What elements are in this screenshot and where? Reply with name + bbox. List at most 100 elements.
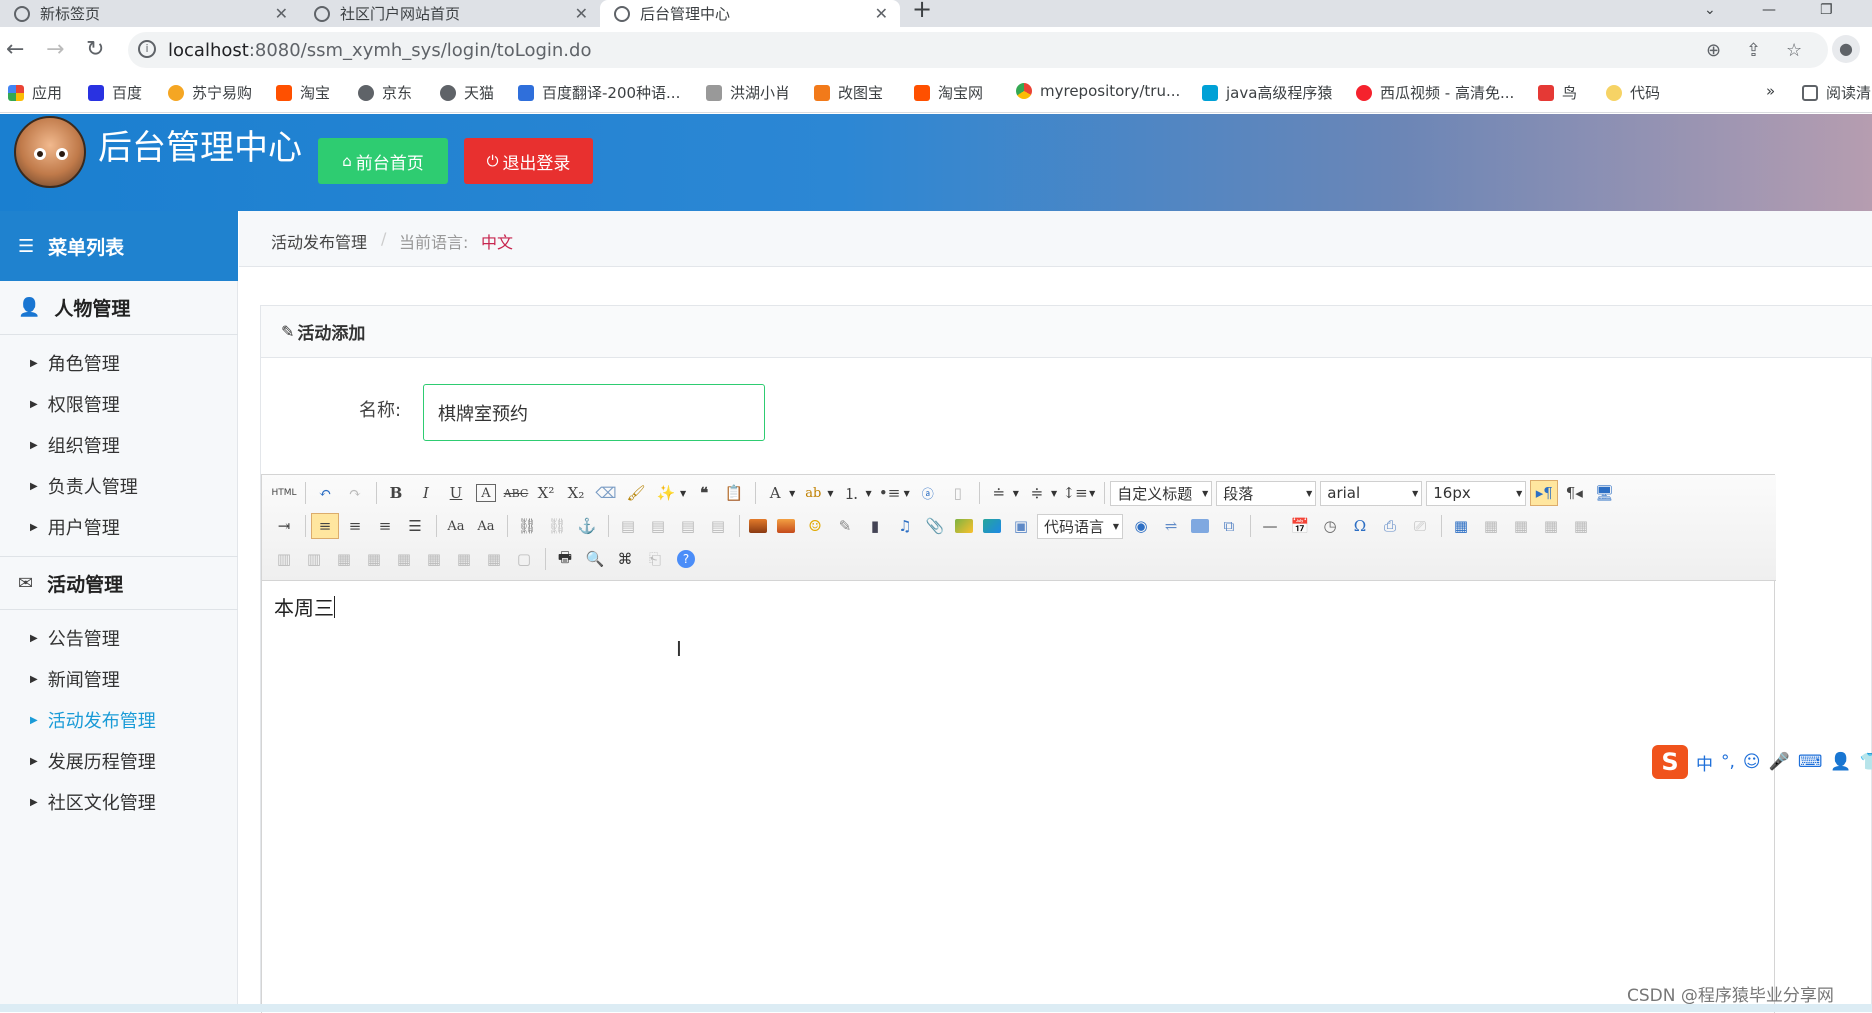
insert-video-icon[interactable]: ▮ — [861, 513, 889, 539]
close-icon[interactable]: ✕ — [275, 4, 288, 23]
superscript-icon[interactable]: X² — [532, 480, 560, 506]
chevron-down-icon[interactable]: ▼ — [865, 489, 871, 498]
font-border-icon[interactable]: A — [476, 484, 496, 502]
text-direction-rtl-icon[interactable]: ¶◂ — [1560, 480, 1588, 506]
row-spacing-top-icon[interactable]: ≐ — [985, 480, 1013, 506]
sidebar-item-notices[interactable]: ▶ 公告管理 — [30, 625, 120, 651]
merge-down-icon[interactable]: ▦ — [390, 546, 418, 572]
blockquote-icon[interactable]: ❝ — [690, 480, 718, 506]
to-uppercase-icon[interactable]: Aa — [442, 513, 470, 539]
ime-lang[interactable]: 中 — [1696, 750, 1713, 775]
ordered-list-icon[interactable]: ⒈ — [837, 480, 865, 506]
attachment-icon[interactable]: 📎 — [921, 513, 949, 539]
undo-icon[interactable]: ↶ — [311, 480, 339, 506]
eraser-icon[interactable]: ⌫ — [592, 480, 620, 506]
sidebar-item-history[interactable]: ▶ 发展历程管理 — [30, 748, 156, 774]
delete-row-icon[interactable]: ▦ — [1567, 513, 1595, 539]
bookmark-bird[interactable]: 鸟 — [1538, 82, 1577, 103]
align-left-icon[interactable]: ≡ — [311, 513, 339, 539]
split-cells-icon[interactable]: ▦ — [420, 546, 448, 572]
ime-toolbar[interactable]: S 中 °, ☺ 🎤 ⌨ 👤 👕 — [1652, 745, 1872, 779]
special-chars-icon[interactable]: Ω — [1346, 513, 1374, 539]
time-icon[interactable]: ◷ — [1316, 513, 1344, 539]
merge-cells-icon[interactable]: ▦ — [330, 546, 358, 572]
sidebar-item-organization[interactable]: ▶ 组织管理 — [30, 432, 120, 458]
music-icon[interactable]: ♫ — [891, 513, 919, 539]
tab-search-icon[interactable]: ⌄ — [1704, 2, 1716, 18]
image-right-icon[interactable]: ▤ — [674, 513, 702, 539]
template-icon[interactable] — [1187, 513, 1213, 539]
bookmark-ixigua[interactable]: 西瓜视频 - 高清免... — [1356, 82, 1514, 103]
find-replace-icon[interactable]: ⌘ — [611, 546, 639, 572]
bookmark-honghu[interactable]: 洪湖小肖 — [706, 82, 790, 103]
zoom-icon[interactable]: ⊕ — [1706, 40, 1721, 61]
close-icon[interactable]: ✕ — [875, 4, 888, 23]
date-icon[interactable]: 📅 — [1286, 513, 1314, 539]
bookmark-jd[interactable]: 京东 — [358, 82, 412, 103]
help-icon[interactable]: ? — [677, 550, 695, 568]
sidebar-item-managers[interactable]: ▶ 负责人管理 — [30, 473, 138, 499]
ime-punct[interactable]: °, — [1721, 752, 1735, 772]
split-rows-icon[interactable]: ▦ — [450, 546, 478, 572]
keyboard-icon[interactable]: ⌨ — [1798, 752, 1823, 772]
auto-typeset-icon[interactable]: ✨ — [652, 480, 680, 506]
delete-col-icon[interactable]: ▥ — [300, 546, 328, 572]
align-justify-icon[interactable]: ☰ — [401, 513, 429, 539]
strikethrough-icon[interactable]: ABC — [502, 480, 530, 506]
clear-doc-icon[interactable]: ▯ — [944, 480, 972, 506]
underline-icon[interactable]: U — [442, 480, 470, 506]
simple-upload-icon[interactable] — [745, 513, 771, 539]
star-icon[interactable]: ☆ — [1786, 40, 1802, 61]
highlight-icon[interactable]: ab — [799, 480, 827, 506]
delete-table-icon[interactable]: ▦ — [1477, 513, 1505, 539]
browser-tab-admin[interactable]: 后台管理中心 ✕ — [600, 0, 900, 27]
scrawl-icon[interactable]: ✎ — [831, 513, 859, 539]
word-image-icon[interactable]: ⎙ — [1376, 513, 1404, 539]
bookmark-taobao-web[interactable]: 淘宝网 — [914, 82, 983, 103]
unlink-icon[interactable]: ⛓ — [543, 513, 571, 539]
bookmark-suning[interactable]: 苏宁易购 — [168, 82, 252, 103]
restore-icon[interactable]: ❐ — [1820, 2, 1833, 18]
bookmark-baidu-translate[interactable]: 百度翻译-200种语... — [518, 82, 680, 103]
chevron-down-icon[interactable]: ▼ — [680, 489, 686, 498]
horizontal-rule-icon[interactable]: — — [1256, 513, 1284, 539]
back-icon[interactable]: ← — [6, 37, 24, 62]
unordered-list-icon[interactable]: •≡ — [876, 480, 904, 506]
sidebar-item-news[interactable]: ▶ 新闻管理 — [30, 666, 120, 692]
webapp-icon[interactable]: ◉ — [1127, 513, 1155, 539]
insert-paragraph-before-table-icon[interactable]: ▦ — [1507, 513, 1535, 539]
url-field[interactable]: i localhost:8080/ssm_xymh_sys/login/toLo… — [128, 32, 1828, 68]
map-icon[interactable] — [951, 513, 977, 539]
page-break-icon[interactable]: ⇌ — [1157, 513, 1185, 539]
share-icon[interactable]: ⇪ — [1746, 40, 1761, 61]
code-language-select[interactable]: 代码语言 ▼ — [1037, 513, 1123, 539]
bookmark-baidu[interactable]: 百度 — [88, 82, 142, 103]
insert-col-icon[interactable]: ▥ — [270, 546, 298, 572]
custom-title-select[interactable]: 自定义标题 ▼ — [1110, 480, 1213, 506]
sidebar-item-roles[interactable]: ▶ 角色管理 — [30, 350, 120, 376]
chevron-down-icon[interactable]: ▼ — [789, 489, 795, 498]
new-tab-icon[interactable]: + — [912, 0, 932, 21]
chevron-down-icon[interactable]: ▼ — [1051, 489, 1057, 498]
reading-list[interactable]: 阅读清 — [1802, 82, 1871, 103]
chevron-down-icon[interactable]: ▼ — [904, 489, 910, 498]
skin-icon[interactable]: 👕 — [1860, 752, 1872, 772]
logout-button[interactable]: ⏻ 退出登录 — [464, 138, 593, 184]
minimize-icon[interactable]: — — [1762, 2, 1776, 18]
emoji-icon[interactable]: ☺ — [1743, 752, 1761, 772]
background-icon[interactable]: ⧉ — [1215, 513, 1243, 539]
bookmark-tmall[interactable]: 天猫 — [440, 82, 494, 103]
italic-icon[interactable]: I — [412, 480, 440, 506]
to-lowercase-icon[interactable]: Aa — [472, 513, 500, 539]
emotion-icon[interactable]: ☺ — [801, 513, 829, 539]
breadcrumb-section[interactable]: 活动发布管理 — [271, 229, 367, 253]
merge-right-icon[interactable]: ▦ — [360, 546, 388, 572]
format-painter-icon[interactable]: 🖌 — [622, 480, 650, 506]
font-color-icon[interactable]: A — [761, 480, 789, 506]
paragraph-select[interactable]: 段落 ▼ — [1216, 480, 1317, 506]
editor-content[interactable]: 本周三 — [274, 592, 335, 621]
align-right-icon[interactable]: ≡ — [371, 513, 399, 539]
bookmark-bilibili[interactable]: java高级程序猿 — [1202, 82, 1332, 103]
sidebar-item-permissions[interactable]: ▶ 权限管理 — [30, 391, 120, 417]
sidebar-item-culture[interactable]: ▶ 社区文化管理 — [30, 789, 156, 815]
